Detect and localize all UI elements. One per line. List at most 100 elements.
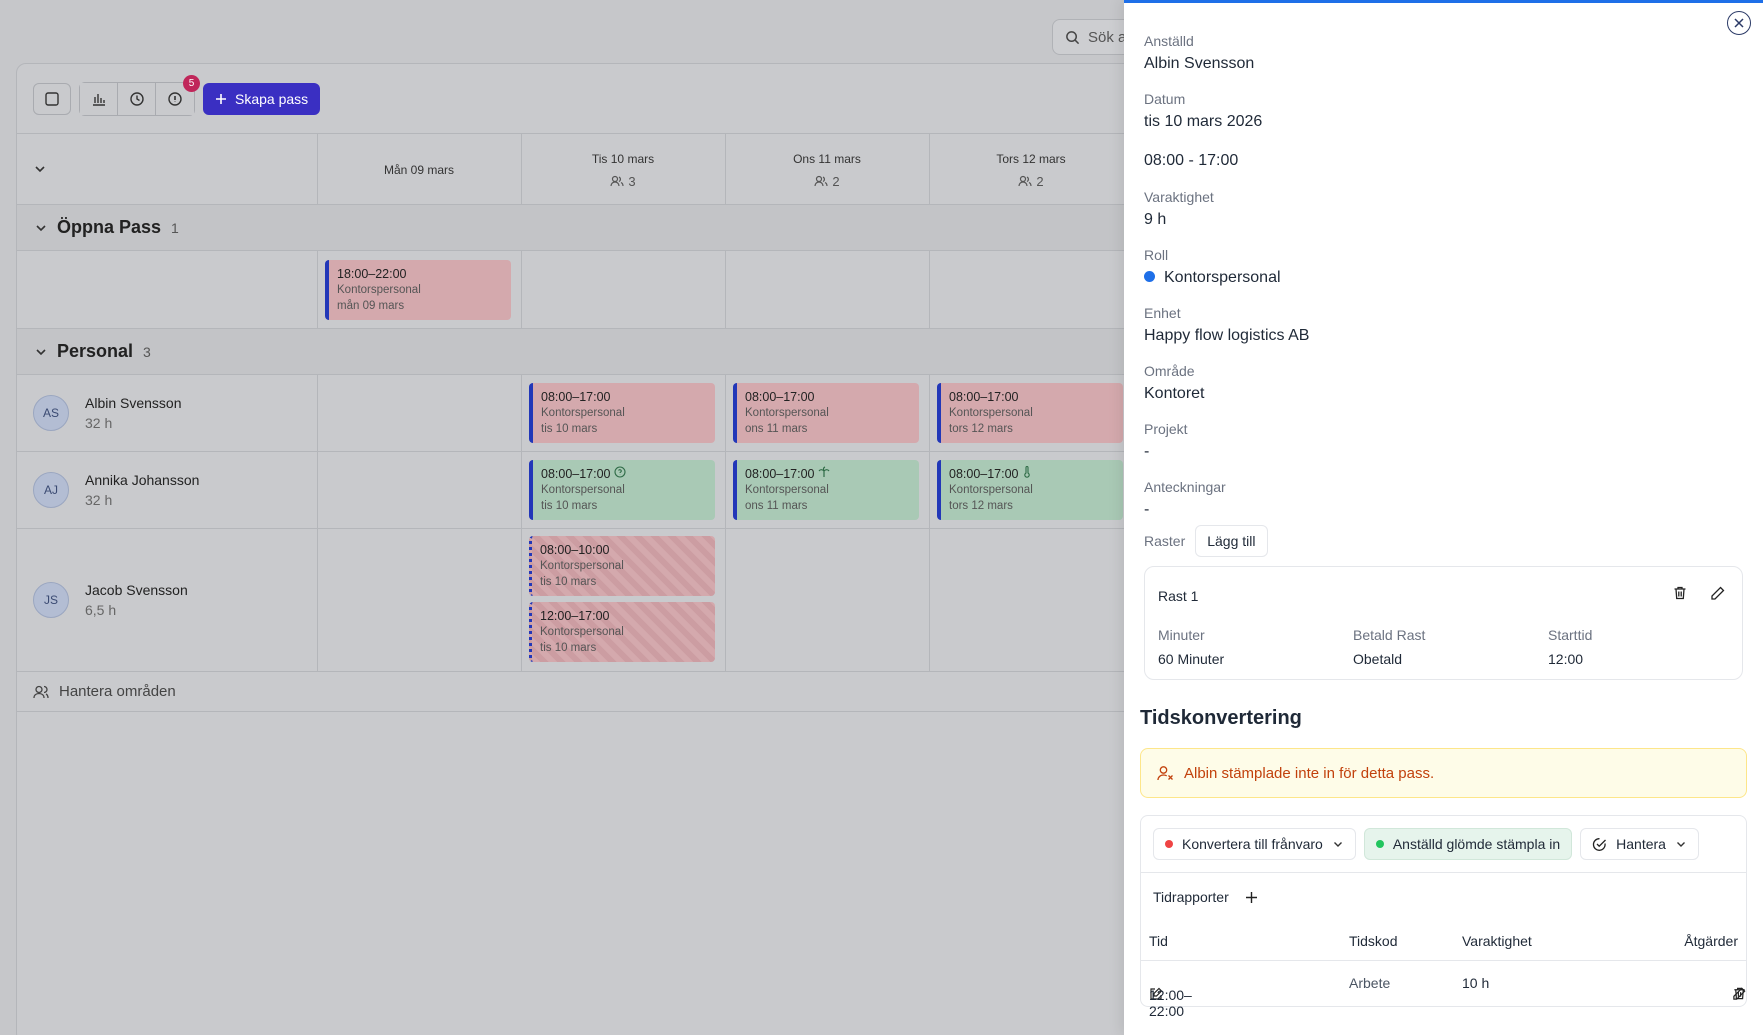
conversion-card: Konvertera till frånvaro Anställd glömde… [1140,815,1747,1019]
toolbar: 5 Skapa pass [33,75,321,116]
shift-card[interactable]: 12:00–17:00 Kontorspersonal tis 10 mars [529,602,715,662]
trash-icon[interactable] [1732,986,1747,1001]
staff-member[interactable]: AJ Annika Johansson 32 h [33,472,199,508]
add-report-icon[interactable] [1245,891,1258,904]
close-icon [1734,18,1744,28]
users-icon [814,175,828,187]
missed-clock-in-alert: Albin stämplade inte in för detta pass. [1140,748,1747,798]
open-shifts-row: 18:00–22:00 Kontorspersonal mån 09 mars [17,251,1257,329]
day-label: Mån 09 mars [383,163,455,177]
toggle-view-button[interactable] [33,83,71,115]
edit-icon[interactable] [1710,585,1726,601]
breaks-header: Raster Lägg till [1144,525,1268,557]
chevron-down-icon [35,222,47,234]
status-dot [1165,840,1173,848]
unit-field: Enhet Happy flow logistics AB [1144,305,1310,344]
search-icon [1065,30,1080,45]
chevron-down-icon [35,346,47,358]
trash-icon[interactable] [1672,585,1688,601]
section-title: Personal [57,341,134,361]
bar-chart-icon [92,92,106,106]
alerts-button[interactable]: 5 [156,75,200,115]
break-card: Rast 1 Minuter 60 Minuter Betald Rast Ob… [1144,566,1743,680]
convert-absence-dropdown[interactable]: Konvertera till frånvaro [1153,828,1356,860]
notes-field: Anteckningar - [1144,479,1226,518]
avatar: AS [33,395,69,431]
collapse-all-icon[interactable] [33,162,47,176]
project-field: Projekt - [1144,421,1188,460]
thermometer-icon [1022,466,1032,478]
time-reports-header: Tidrapporter [1141,873,1746,921]
shift-card[interactable]: 08:00–17:00 Kontorspersonal tis 10 mars [529,383,715,443]
plus-icon [215,93,227,105]
day-header: Tis 10 mars 3 [521,134,725,206]
help-circle-icon [614,466,626,478]
add-break-button[interactable]: Lägg till [1195,525,1268,557]
break-minutes: Minuter 60 Minuter [1158,627,1225,667]
users-icon [33,685,49,699]
forgot-clock-in-button[interactable]: Anställd glömde stämpla in [1363,828,1573,860]
role-field: Roll Kontorspersonal [1144,247,1281,286]
chevron-down-icon [1675,838,1687,850]
time-conversion-title: Tidskonvertering [1140,707,1302,729]
create-shift-button[interactable]: Skapa pass [203,83,321,115]
schedule-grid: Mån 09 mars Tis 10 mars 3 Ons 11 mars 2 … [17,133,1257,712]
shift-card[interactable]: 08:00–10:00 Kontorspersonal tis 10 mars [529,536,715,596]
shift-detail-panel: Anställd Albin Svensson Datum tis 10 mar… [1124,0,1763,1035]
staff-member[interactable]: AS Albin Svensson 32 h [33,395,182,431]
toolbar-group: 5 [79,75,200,116]
alert-circle-icon [168,92,182,106]
alert-text: Albin stämplade inte in för detta pass. [1184,764,1435,782]
role-color-dot [1144,271,1155,283]
staff-row: JS Jacob Svensson 6,5 h 08:00–10:00 Kontor… [17,529,1257,672]
break-start: Starttid 12:00 [1548,627,1593,667]
history-button[interactable] [118,83,156,115]
palm-tree-icon [818,466,830,478]
status-dot [1375,840,1384,848]
stats-button[interactable] [80,83,118,115]
area-field: Område Kontoret [1144,363,1205,402]
shift-card[interactable]: 08:00–17:00 Kontorspersonal ons 11 mars [733,460,919,520]
check-circle-icon [1592,837,1607,852]
shift-card[interactable]: 08:00–17:00 Kontorspersonal tors 12 mars [937,460,1123,520]
chevron-down-icon [1332,838,1344,850]
user-x-icon [1157,765,1174,781]
day-header: Ons 11 mars 2 [725,134,929,206]
section-count: 1 [171,219,179,236]
shift-card[interactable]: 08:00–17:00 Kontorspersonal tis 10 mars [529,460,715,520]
day-header-row: Mån 09 mars Tis 10 mars 3 Ons 11 mars 2 … [17,133,1257,205]
open-shifts-section[interactable]: Öppna Pass 1 [17,205,1257,251]
manage-areas-label: Hantera områden [59,683,176,700]
manage-areas-button[interactable]: Hantera områden [17,672,1257,712]
break-paid: Betald Rast Obetald [1353,627,1426,667]
day-header: Tors 12 mars 2 [929,134,1133,206]
section-count: 3 [143,343,151,360]
day-header: Mån 09 mars [317,134,521,206]
employee-field: Anställd Albin Svensson [1144,33,1255,72]
reports-table-header: Tid Tidskod Varaktighet Åtgärder [1141,921,1746,961]
shift-card[interactable]: 08:00–17:00 Kontorspersonal ons 11 mars [733,383,919,443]
shift-card[interactable]: 08:00–17:00 Kontorspersonal tors 12 mars [937,383,1123,443]
schedule-panel: 5 Skapa pass Mån 09 mars Tis 10 mars 3 O… [16,63,1257,1035]
day-count: 2 [832,173,840,189]
avatar: JS [33,582,69,618]
shift-card[interactable]: 18:00–22:00 Kontorspersonal mån 09 mars [325,260,511,320]
search-placeholder: Sök a [1088,28,1127,46]
create-shift-label: Skapa pass [235,91,309,107]
clock-icon [129,92,144,106]
table-row: 12:00–22:00 Arbete 10 h [1141,961,1747,1019]
staff-row: AS Albin Svensson 32 h 08:00–17:00 Kontors… [17,375,1257,452]
staff-row: AJ Annika Johansson 32 h 08:00–17:00 Kont… [17,452,1257,529]
close-button[interactable] [1727,11,1751,35]
staff-section[interactable]: Personal 3 [17,329,1257,375]
time-range-field: 08:00 - 17:00 [1144,152,1239,169]
duration-field: Varaktighet 9 h [1144,189,1214,228]
alerts-badge: 5 [183,75,200,92]
users-icon [1018,175,1032,187]
day-label: Ons 11 mars [793,151,861,166]
handle-dropdown[interactable]: Hantera [1580,828,1699,860]
section-title: Öppna Pass [57,217,162,237]
users-icon [610,175,624,187]
staff-member[interactable]: JS Jacob Svensson 6,5 h [33,582,188,618]
day-label: Tis 10 mars [591,151,655,166]
